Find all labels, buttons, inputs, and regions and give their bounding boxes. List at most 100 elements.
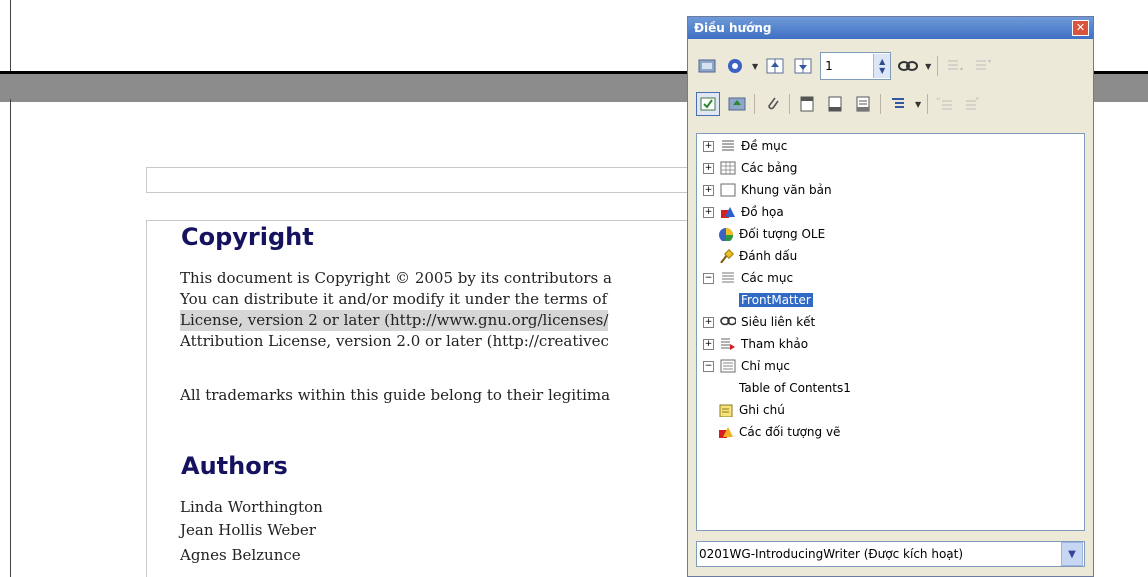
frames-icon: [720, 183, 736, 197]
navigator-titlebar[interactable]: Điều hướng ✕: [688, 17, 1093, 39]
tree-item-label: Đề mục: [741, 139, 788, 153]
author-name: Linda Worthington: [180, 498, 323, 516]
tree-item-indexes[interactable]: − Chỉ mục: [703, 356, 790, 376]
tree-item-label: Table of Contents1: [739, 381, 851, 395]
text-boundary-top: [146, 220, 706, 221]
page-number-stepper[interactable]: ▲▼: [820, 52, 892, 80]
reminder-icon[interactable]: [761, 93, 783, 115]
navigator-window[interactable]: Điều hướng ✕ ▼ ▲▼ ▼: [687, 16, 1094, 577]
page-number-input[interactable]: [821, 57, 874, 75]
drag-mode-icon[interactable]: [726, 93, 748, 115]
tree-item-frontmatter[interactable]: FrontMatter: [739, 290, 813, 310]
tree-item-label: Ghi chú: [739, 403, 785, 417]
graphics-icon: [721, 207, 735, 218]
author-name: Agnes Belzunce: [180, 546, 301, 564]
content-view-icon[interactable]: [696, 92, 720, 116]
chevron-down-icon[interactable]: ▼: [752, 62, 758, 71]
footer-icon[interactable]: [824, 93, 846, 115]
header-icon[interactable]: [796, 93, 818, 115]
author-name: Jean Hollis Weber: [180, 521, 316, 539]
hyperlink-icon[interactable]: [897, 55, 919, 77]
headings-icon: [722, 140, 734, 151]
expand-icon[interactable]: +: [703, 184, 714, 196]
toolbar-separator: [937, 56, 939, 76]
tree-item-graphics[interactable]: + Đồ họa: [703, 202, 784, 222]
svg-text:“: “: [936, 97, 941, 107]
tree-item-frames[interactable]: + Khung văn bản: [703, 180, 832, 200]
expand-icon[interactable]: +: [703, 140, 714, 152]
demote-level-icon[interactable]: ”: [962, 93, 984, 115]
tables-icon: [720, 161, 736, 175]
toolbar-separator: [789, 94, 790, 114]
heading-levels-icon[interactable]: [887, 93, 909, 115]
header-area[interactable]: [146, 167, 707, 193]
expand-icon[interactable]: +: [703, 316, 714, 328]
tree-item-headings[interactable]: + Đề mục: [703, 136, 787, 156]
tree-item-table-of-contents[interactable]: Table of Contents1: [739, 378, 851, 398]
tree-item-label: Các đối tượng vẽ: [739, 425, 841, 439]
chevron-down-icon[interactable]: ▼: [915, 100, 921, 109]
indexes-icon: [720, 359, 736, 373]
copyright-line-3: License, version 2 or later (http://www.…: [180, 310, 609, 331]
ole-objects-icon: [719, 228, 733, 241]
tree-item-label: Chỉ mục: [741, 359, 791, 373]
expand-icon[interactable]: +: [703, 206, 714, 218]
authors-heading: Authors: [181, 452, 288, 480]
tree-item-notes[interactable]: Ghi chú: [718, 400, 785, 420]
document-select[interactable]: 0201WG-IntroducingWriter (Được kích hoạt…: [696, 541, 1085, 567]
collapse-icon[interactable]: −: [703, 360, 714, 372]
tree-item-hyperlinks[interactable]: + Siêu liên kết: [703, 312, 815, 332]
tree-item-ole-objects[interactable]: Đối tượng OLE: [718, 224, 825, 244]
tree-item-label: Các mục: [741, 271, 794, 285]
tree-item-label: Khung văn bản: [741, 183, 832, 197]
promote-chapter-icon[interactable]: [944, 55, 966, 77]
document-select-value: 0201WG-IntroducingWriter (Được kích hoạt…: [699, 547, 964, 561]
tree-item-drawing-objects[interactable]: Các đối tượng vẽ: [718, 422, 840, 442]
drawing-objects-icon: [719, 427, 733, 438]
sections-icon: [722, 272, 734, 283]
toolbar-separator: [754, 94, 755, 114]
chevron-down-icon[interactable]: ▼: [925, 62, 931, 71]
tree-item-label: Tham khảo: [741, 337, 809, 351]
navigation-icon[interactable]: [724, 55, 746, 77]
copyright-line-4: Attribution License, version 2.0 or late…: [180, 332, 609, 350]
chevron-down-icon[interactable]: ▼: [1061, 542, 1083, 566]
anchor-icon[interactable]: [852, 93, 874, 115]
close-icon[interactable]: ✕: [1072, 20, 1089, 36]
next-icon[interactable]: [792, 55, 814, 77]
text-boundary-left: [146, 220, 147, 577]
navigator-toolbar-row-2: ▼ “ ”: [696, 89, 984, 119]
tree-item-sections[interactable]: − Các mục: [703, 268, 793, 288]
copyright-line-2: You can distribute it and/or modify it u…: [180, 290, 608, 308]
demote-chapter-icon[interactable]: [972, 55, 994, 77]
navigator-tree[interactable]: + Đề mục + Các bảng + Khung văn bản + Đồ…: [696, 133, 1085, 531]
tree-item-bookmarks[interactable]: Đánh dấu: [718, 246, 797, 266]
tree-item-label: Các bảng: [741, 161, 798, 175]
tree-item-label: Đồ họa: [741, 205, 784, 219]
expand-icon[interactable]: +: [703, 338, 714, 350]
navigator-toolbar-row-1: ▼ ▲▼ ▼: [696, 51, 994, 81]
spin-buttons[interactable]: ▲ ▼: [873, 54, 891, 78]
tree-item-references[interactable]: + Tham khảo: [703, 334, 808, 354]
tree-item-label: Siêu liên kết: [741, 315, 816, 329]
notes-icon: [719, 404, 733, 417]
svg-text:”: ”: [975, 97, 980, 107]
expand-icon[interactable]: +: [703, 162, 714, 174]
tree-item-label: Đối tượng OLE: [739, 227, 826, 241]
collapse-icon[interactable]: −: [703, 272, 714, 284]
toolbar-separator: [880, 94, 881, 114]
copyright-heading: Copyright: [181, 223, 314, 251]
bookmarks-icon: [720, 249, 734, 263]
hyperlinks-icon: [720, 316, 736, 326]
page-border-top: [10, 0, 11, 72]
tree-item-label-selected: FrontMatter: [739, 293, 813, 307]
toolbar-separator: [927, 94, 929, 114]
navigator-title: Điều hướng: [694, 21, 772, 35]
toggle-icon[interactable]: [696, 55, 718, 77]
tree-item-tables[interactable]: + Các bảng: [703, 158, 797, 178]
tree-item-label: Đánh dấu: [739, 249, 798, 263]
references-icon: [721, 338, 735, 350]
promote-level-icon[interactable]: “: [934, 93, 956, 115]
copyright-line-1: This document is Copyright © 2005 by its…: [180, 269, 612, 287]
previous-icon[interactable]: [764, 55, 786, 77]
